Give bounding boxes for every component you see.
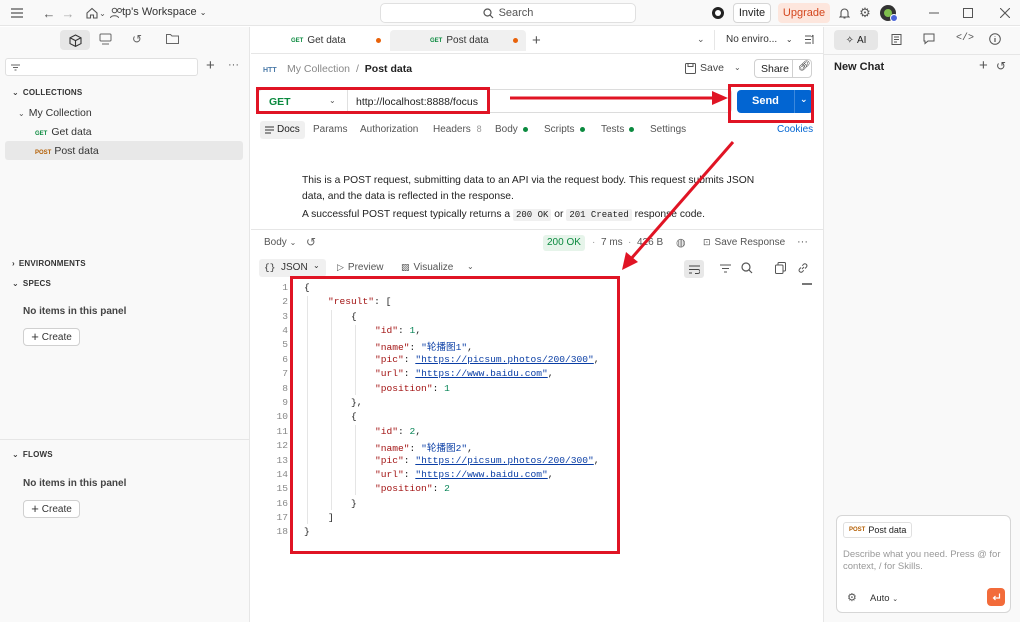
- annotation-arrows: [510, 91, 735, 270]
- annotation-arrowhead: [712, 91, 728, 105]
- annotation-arrow-to-response: [628, 141, 735, 261]
